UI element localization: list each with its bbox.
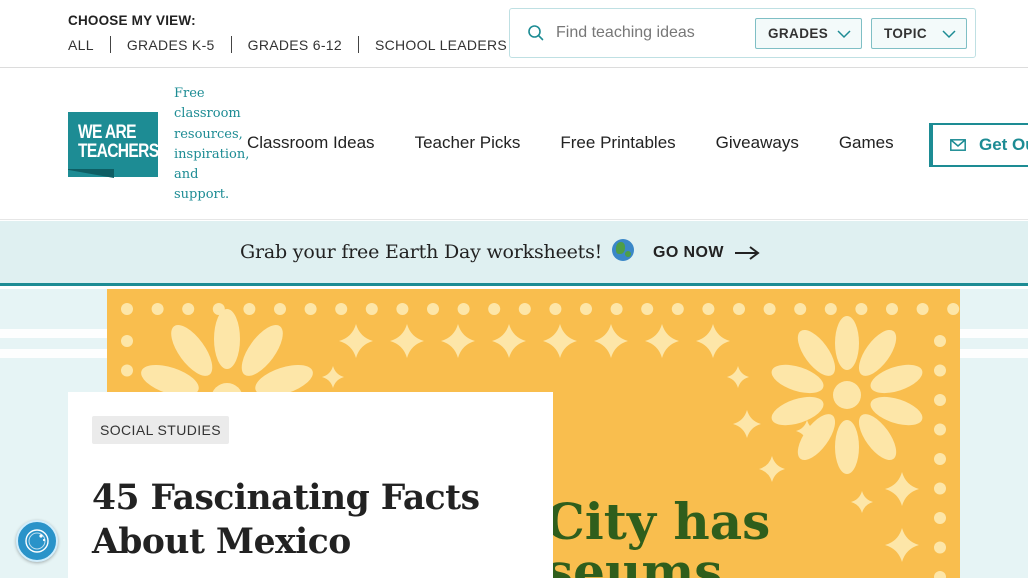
topic-dropdown[interactable]: TOPIC <box>871 18 967 49</box>
decorative-dot <box>365 303 378 315</box>
decorative-dot <box>274 303 286 315</box>
decorative-dot <box>427 303 439 315</box>
decorative-dot <box>794 303 807 315</box>
decorative-star <box>696 324 730 358</box>
nav-giveaways[interactable]: Giveaways <box>716 133 799 153</box>
article-card: SOCIAL STUDIES 45 Fascinating Facts Abou… <box>68 392 553 578</box>
search-icon[interactable] <box>527 24 545 42</box>
topic-dropdown-label: TOPIC <box>884 26 928 41</box>
decorative-dot <box>518 303 531 315</box>
article-title: 45 Fascinating Facts About Mexico <box>92 478 480 562</box>
decorative-star <box>885 472 919 506</box>
decorative-star <box>594 324 628 358</box>
view-selector: ALL GRADES K-5 GRADES 6-12 SCHOOL LEADER… <box>68 36 507 53</box>
promo-banner: Grab your free Earth Day worksheets! GO … <box>0 221 1028 286</box>
decorative-dot <box>182 303 195 315</box>
decorative-dot <box>671 303 684 315</box>
decorative-dot <box>457 303 470 315</box>
nav-classroom-ideas[interactable]: Classroom Ideas <box>247 133 375 153</box>
decorative-dot <box>121 364 133 377</box>
decorative-dot <box>304 303 317 315</box>
divider <box>230 36 232 53</box>
go-now-label: GO NOW <box>653 244 724 261</box>
decorative-dot <box>886 303 898 315</box>
decorative-star <box>851 491 873 513</box>
decorative-dot <box>335 303 348 315</box>
decorative-dot <box>855 303 868 315</box>
decorative-star <box>759 456 785 482</box>
view-selector-label: CHOOSE MY VIEW: <box>68 13 196 28</box>
mail-icon <box>950 139 966 151</box>
decorative-dot <box>396 303 409 315</box>
promo-text-wrap: Grab your free Earth Day worksheets! <box>240 239 634 263</box>
nav-free-printables[interactable]: Free Printables <box>560 133 675 153</box>
decorative-star <box>322 366 344 388</box>
site-tagline: Free classroom resources, inspiration, a… <box>174 86 250 203</box>
decorative-dot <box>121 335 133 347</box>
decorative-dot <box>641 303 654 315</box>
decorative-star <box>885 528 919 562</box>
decorative-dot <box>243 303 256 315</box>
grades-dropdown-label: GRADES <box>768 26 829 41</box>
decorative-dot <box>934 512 946 524</box>
site-logo[interactable]: WE ARE TEACHERS <box>68 112 159 177</box>
search-bar: GRADES TOPIC <box>509 8 976 58</box>
decorative-dot <box>488 303 501 315</box>
decorative-star <box>339 324 373 358</box>
decorative-dot <box>934 482 946 495</box>
category-tag[interactable]: SOCIAL STUDIES <box>92 416 229 444</box>
chevron-down-icon <box>942 30 956 39</box>
decorative-dot <box>934 335 946 347</box>
decorative-dot <box>121 303 133 315</box>
divider <box>357 36 359 53</box>
view-all-link[interactable]: ALL <box>68 37 94 53</box>
decorative-star <box>543 324 577 358</box>
decorative-dot <box>151 303 164 315</box>
hero-text-line-2: seums. <box>545 542 740 578</box>
decorative-dot <box>934 423 946 436</box>
main-nav: Classroom Ideas Teacher Picks Free Print… <box>247 133 934 153</box>
accessibility-icon <box>25 529 49 553</box>
decorative-dot <box>934 453 946 465</box>
newsletter-button[interactable]: Get Ou <box>929 123 1028 167</box>
view-grades-6-12-link[interactable]: GRADES 6-12 <box>248 37 342 53</box>
decorative-dot <box>733 303 745 315</box>
search-input[interactable] <box>556 19 746 47</box>
decorative-dot <box>934 364 946 377</box>
site-header: WE ARE TEACHERS Free classroom resources… <box>0 68 1028 220</box>
decorative-dot <box>934 394 946 406</box>
decorative-star <box>727 366 749 388</box>
promo-text: Grab your free Earth Day worksheets! <box>240 241 603 263</box>
view-grades-k5-link[interactable]: GRADES K-5 <box>127 37 215 53</box>
decorative-star <box>390 324 424 358</box>
logo-text: WE ARE TEACHERS <box>78 122 159 162</box>
chevron-down-icon <box>837 30 851 39</box>
utility-bar: CHOOSE MY VIEW: ALL GRADES K-5 GRADES 6-… <box>0 0 1028 68</box>
decorative-dot <box>702 303 715 315</box>
decorative-dot <box>549 303 562 315</box>
go-now-link[interactable]: GO NOW <box>653 244 760 262</box>
divider <box>109 36 111 53</box>
decorative-dot <box>763 303 776 315</box>
decorative-star <box>492 324 526 358</box>
decorative-star <box>441 324 475 358</box>
decorative-dot <box>824 303 837 315</box>
decorative-dot <box>580 303 592 315</box>
decorative-star <box>733 410 761 438</box>
grades-dropdown[interactable]: GRADES <box>755 18 862 49</box>
nav-teacher-picks[interactable]: Teacher Picks <box>415 133 521 153</box>
decorative-dot <box>934 571 946 578</box>
decorative-dot <box>610 303 623 315</box>
decorative-star <box>645 324 679 358</box>
accessibility-widget-button[interactable] <box>16 520 58 562</box>
earth-globe-icon <box>611 239 634 261</box>
arrow-right-icon <box>734 246 760 260</box>
newsletter-button-label: Get Ou <box>979 135 1028 154</box>
decorative-dot <box>947 303 960 315</box>
decorative-dot <box>916 303 929 315</box>
view-school-leaders-link[interactable]: SCHOOL LEADERS <box>375 37 507 53</box>
nav-games[interactable]: Games <box>839 133 894 153</box>
decorative-dot <box>934 541 946 554</box>
